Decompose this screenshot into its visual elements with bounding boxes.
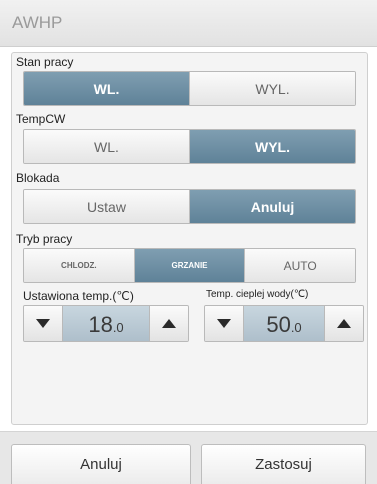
- set-temp-increase-button[interactable]: [150, 306, 188, 341]
- set-temp-value: 18.0: [62, 306, 150, 341]
- blokada-cancel-button[interactable]: Anuluj: [189, 190, 355, 223]
- triangle-up-icon: [337, 319, 351, 328]
- tryb-pracy-label: Tryb pracy: [16, 232, 73, 246]
- mode-auto-button[interactable]: AUTO: [244, 249, 355, 282]
- water-temp-label: Temp. cieplej wody(℃): [206, 289, 309, 300]
- blokada-toggle: Ustaw Anuluj: [23, 189, 356, 224]
- triangle-up-icon: [162, 319, 176, 328]
- water-temp-stepper: 50.0: [204, 305, 364, 342]
- water-temp-integer: 50: [266, 312, 291, 337]
- footer-bar: Anuluj Zastosuj: [0, 431, 377, 484]
- tempcw-on-button[interactable]: WL.: [24, 130, 189, 163]
- stan-pracy-on-button[interactable]: WL.: [24, 72, 189, 105]
- tempcw-toggle: WL. WYL.: [23, 129, 356, 164]
- mode-heat-button[interactable]: GRZANIE: [133, 249, 245, 282]
- triangle-down-icon: [36, 319, 50, 328]
- set-temp-stepper: 18.0: [23, 305, 189, 342]
- stan-pracy-toggle: WL. WYL.: [23, 71, 356, 106]
- set-temp-decrease-button[interactable]: [24, 306, 62, 341]
- tempcw-label: TempCW: [16, 112, 66, 126]
- tryb-pracy-selector: CHLODZ. GRZANIE AUTO: [23, 248, 356, 283]
- blokada-set-button[interactable]: Ustaw: [24, 190, 189, 223]
- stan-pracy-off-button[interactable]: WYL.: [189, 72, 355, 105]
- water-temp-decimal: .0: [290, 320, 302, 335]
- water-temp-value: 50.0: [243, 306, 325, 341]
- set-temp-integer: 18: [88, 312, 113, 337]
- stan-pracy-label: Stan pracy: [16, 55, 74, 69]
- blokada-label: Blokada: [16, 171, 60, 185]
- triangle-down-icon: [217, 319, 231, 328]
- set-temp-label: Ustawiona temp.(℃): [23, 289, 134, 303]
- water-temp-decrease-button[interactable]: [205, 306, 243, 341]
- mode-cool-button[interactable]: CHLODZ.: [24, 249, 134, 282]
- title-bar: AWHP: [0, 0, 377, 47]
- apply-button[interactable]: Zastosuj: [201, 444, 366, 484]
- app-title: AWHP: [12, 13, 63, 32]
- water-temp-increase-button[interactable]: [325, 306, 363, 341]
- tempcw-off-button[interactable]: WYL.: [189, 130, 355, 163]
- set-temp-decimal: .0: [112, 320, 124, 335]
- cancel-button[interactable]: Anuluj: [11, 444, 191, 484]
